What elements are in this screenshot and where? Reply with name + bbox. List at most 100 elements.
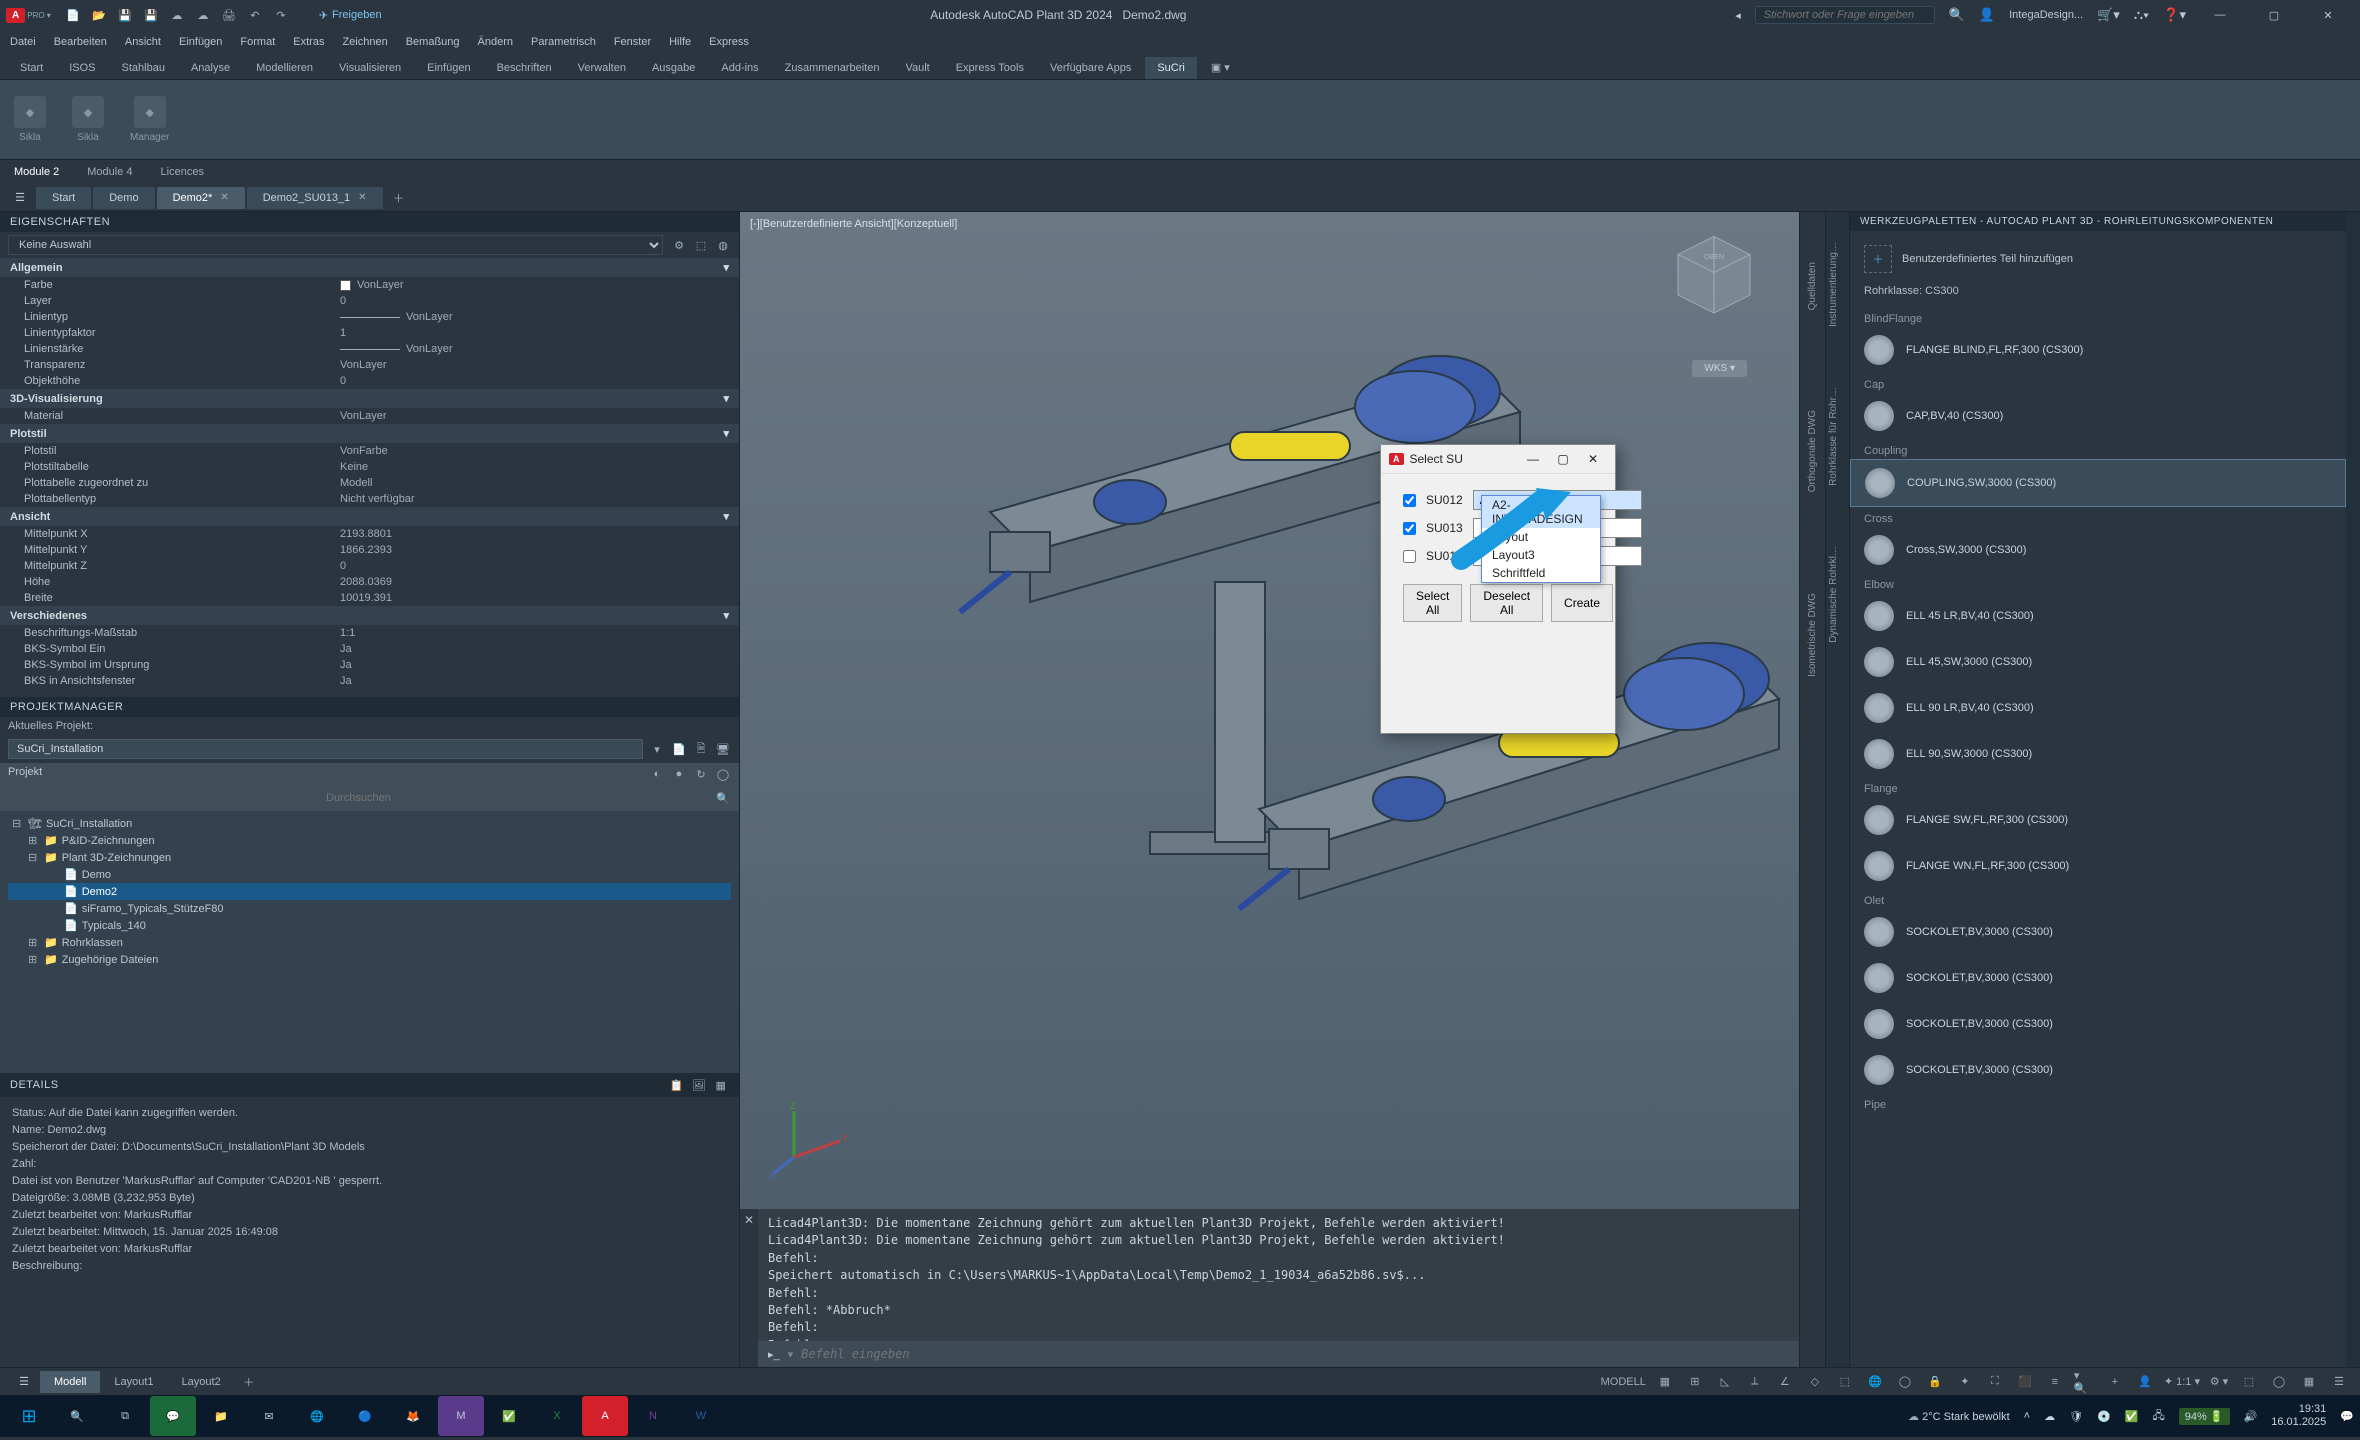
tb-ico-shield[interactable]: 🛡 [2069, 1410, 2083, 1423]
tree-row[interactable]: 📄siFramo_Typicals_StützeF80 [8, 900, 731, 917]
prop-row[interactable]: Breite10019.391 [0, 590, 739, 606]
status-ico18[interactable]: ⬚ [2238, 1371, 2260, 1393]
su-checkbox[interactable] [1403, 522, 1416, 535]
palette-item[interactable]: FLANGE BLIND,FL,RF,300 (CS300) [1850, 327, 2346, 373]
status-ico14[interactable]: ≡ [2044, 1371, 2066, 1393]
status-ico6[interactable]: ◇ [1804, 1371, 1826, 1393]
tb-ico-todo[interactable]: ✅ [2125, 1410, 2139, 1423]
prop-row[interactable]: PlottabellentypNicht verfügbar [0, 491, 739, 507]
sidetab-orthogonale[interactable]: Orthogonale DWG [1805, 390, 1820, 512]
tb-taskview-icon[interactable]: ⧉ [102, 1396, 148, 1436]
collapse-icon[interactable]: ▾ [723, 261, 729, 274]
palette-item[interactable]: COUPLING,SW,3000 (CS300) [1850, 459, 2346, 507]
prop-row[interactable]: Linientypfaktor1 [0, 325, 739, 341]
tb-sound-icon[interactable]: 🔊 [2244, 1410, 2258, 1423]
expand-icon[interactable]: ⊞ [28, 834, 40, 847]
prop-row[interactable]: BKS in AnsichtsfensterJa [0, 673, 739, 689]
pm-ico1[interactable]: ◐ [649, 766, 665, 782]
status-ico8[interactable]: 🌐 [1864, 1371, 1886, 1393]
tb-firefox-icon[interactable]: 🦊 [390, 1396, 436, 1436]
prop-row[interactable]: Höhe2088.0369 [0, 574, 739, 590]
pm-tool1-icon[interactable]: 📄 [671, 741, 687, 757]
ribbon-tab-verfügbare-apps[interactable]: Verfügbare Apps [1038, 57, 1143, 79]
prop-row[interactable]: BKS-Symbol EinJa [0, 641, 739, 657]
tb-ico-net[interactable]: 🖧 [2152, 1407, 2164, 1426]
pm-search-icon[interactable]: 🔍 [715, 790, 731, 806]
ribbon-tab-ausgabe[interactable]: Ausgabe [640, 57, 707, 79]
prop-row[interactable]: LinientypVonLayer [0, 309, 739, 325]
menu-bearbeiten[interactable]: Bearbeiten [54, 36, 107, 48]
status-ico20[interactable]: ▦ [2298, 1371, 2320, 1393]
status-ico12[interactable]: ⛶ [1984, 1371, 2006, 1393]
palette-item[interactable]: SOCKOLET,BV,3000 (CS300) [1850, 1001, 2346, 1047]
prop-row[interactable]: PlotstilVonFarbe [0, 443, 739, 459]
tree-row[interactable]: 📄Typicals_140 [8, 917, 731, 934]
tb-edge-icon[interactable]: 🔵 [342, 1396, 388, 1436]
ribbon-tab-zusammenarbeiten[interactable]: Zusammenarbeiten [773, 57, 892, 79]
prop-section-header[interactable]: 3D-Visualisierung▾ [0, 389, 739, 408]
project-search-input[interactable] [8, 789, 709, 807]
layout-menu-icon[interactable]: ☰ [10, 1370, 38, 1394]
status-ico3[interactable]: ◺ [1714, 1371, 1736, 1393]
menu-einfügen[interactable]: Einfügen [179, 36, 222, 48]
prop-row[interactable]: MaterialVonLayer [0, 408, 739, 424]
ribbon-btn-1[interactable]: ◆Sikla [68, 92, 108, 147]
pm-ico3[interactable]: ↻ [693, 766, 709, 782]
menu-ansicht[interactable]: Ansicht [125, 36, 161, 48]
prop-row[interactable]: LinienstärkeVonLayer [0, 341, 739, 357]
tb-excel-icon[interactable]: X [534, 1396, 580, 1436]
prop-row[interactable]: FarbeVonLayer [0, 277, 739, 293]
viewport[interactable]: [-][Benutzerdefinierte Ansicht][Konzeptu… [740, 212, 1799, 1209]
palette-item[interactable]: FLANGE WN,FL,RF,300 (CS300) [1850, 843, 2346, 889]
palette-item[interactable]: SOCKOLET,BV,3000 (CS300) [1850, 909, 2346, 955]
add-layout-button[interactable]: ＋ [237, 1374, 261, 1390]
object-isolate-icon[interactable]: ◍ [715, 237, 731, 253]
menu-zeichnen[interactable]: Zeichnen [342, 36, 387, 48]
status-zoom-in[interactable]: + [2104, 1371, 2126, 1393]
ribbon-tab-stahlbau[interactable]: Stahlbau [110, 57, 177, 79]
close-icon[interactable]: ✕ [220, 192, 228, 203]
menu-format[interactable]: Format [240, 36, 275, 48]
undo-icon[interactable]: ↶ [247, 7, 263, 23]
pm-tool3-icon[interactable]: 🖥 [715, 741, 731, 757]
prop-row[interactable]: PlotstiltabelleKeine [0, 459, 739, 475]
palette-item[interactable]: ELL 90 LR,BV,40 (CS300) [1850, 685, 2346, 731]
palette-item[interactable]: Cross,SW,3000 (CS300) [1850, 527, 2346, 573]
prop-row[interactable]: Beschriftungs-Maßstab1:1 [0, 625, 739, 641]
palette-item[interactable]: ELL 45,SW,3000 (CS300) [1850, 639, 2346, 685]
details-ico3[interactable]: ▦ [713, 1077, 729, 1093]
menu-datei[interactable]: Datei [10, 36, 36, 48]
prop-row[interactable]: Layer0 [0, 293, 739, 309]
tree-row[interactable]: ⊞📁Zugehörige Dateien [8, 951, 731, 968]
tb-notifications-icon[interactable]: 💬 [2340, 1410, 2354, 1423]
sub-tab-module-4[interactable]: Module 4 [73, 162, 146, 182]
palette-item[interactable]: CAP,BV,40 (CS300) [1850, 393, 2346, 439]
dialog-close-button[interactable]: ✕ [1579, 449, 1607, 469]
current-project-input[interactable] [8, 739, 643, 759]
collapse-icon[interactable]: ▾ [723, 510, 729, 523]
file-tab[interactable]: Demo2*✕ [157, 187, 245, 209]
tb-ico-cloud[interactable]: ☁ [2044, 1410, 2055, 1423]
selection-dropdown[interactable]: Keine Auswahl [8, 235, 663, 255]
saveas-icon[interactable]: 💾 [143, 7, 159, 23]
create-button[interactable]: Create [1551, 584, 1613, 622]
user-icon[interactable]: 👤 [1979, 7, 1995, 23]
collapse-icon[interactable]: ▾ [723, 392, 729, 405]
command-input[interactable] [801, 1347, 1789, 1361]
su-checkbox[interactable] [1403, 494, 1416, 507]
palette-item[interactable]: ELL 45 LR,BV,40 (CS300) [1850, 593, 2346, 639]
app-switcher-icon[interactable]: ⛬▾ [2134, 7, 2149, 23]
app-logo[interactable]: A [6, 8, 25, 23]
select-similar-icon[interactable]: ⬚ [693, 237, 709, 253]
status-ico5[interactable]: ∠ [1774, 1371, 1796, 1393]
pm-dropdown-icon[interactable]: ▾ [649, 741, 665, 757]
tb-word-icon[interactable]: W [678, 1396, 724, 1436]
tb-tray-up-icon[interactable]: ˄ [2024, 1410, 2030, 1422]
status-scale[interactable]: ✦ 1:1 ▾ [2164, 1371, 2200, 1393]
start-button[interactable]: ⊞ [6, 1396, 52, 1436]
tb-chrome-icon[interactable]: 🌐 [294, 1396, 340, 1436]
file-tab[interactable]: Demo [93, 187, 154, 209]
ribbon-tab-add-ins[interactable]: Add-ins [709, 57, 770, 79]
expand-icon[interactable]: ⊟ [28, 851, 40, 864]
save-icon[interactable]: 💾 [117, 7, 133, 23]
